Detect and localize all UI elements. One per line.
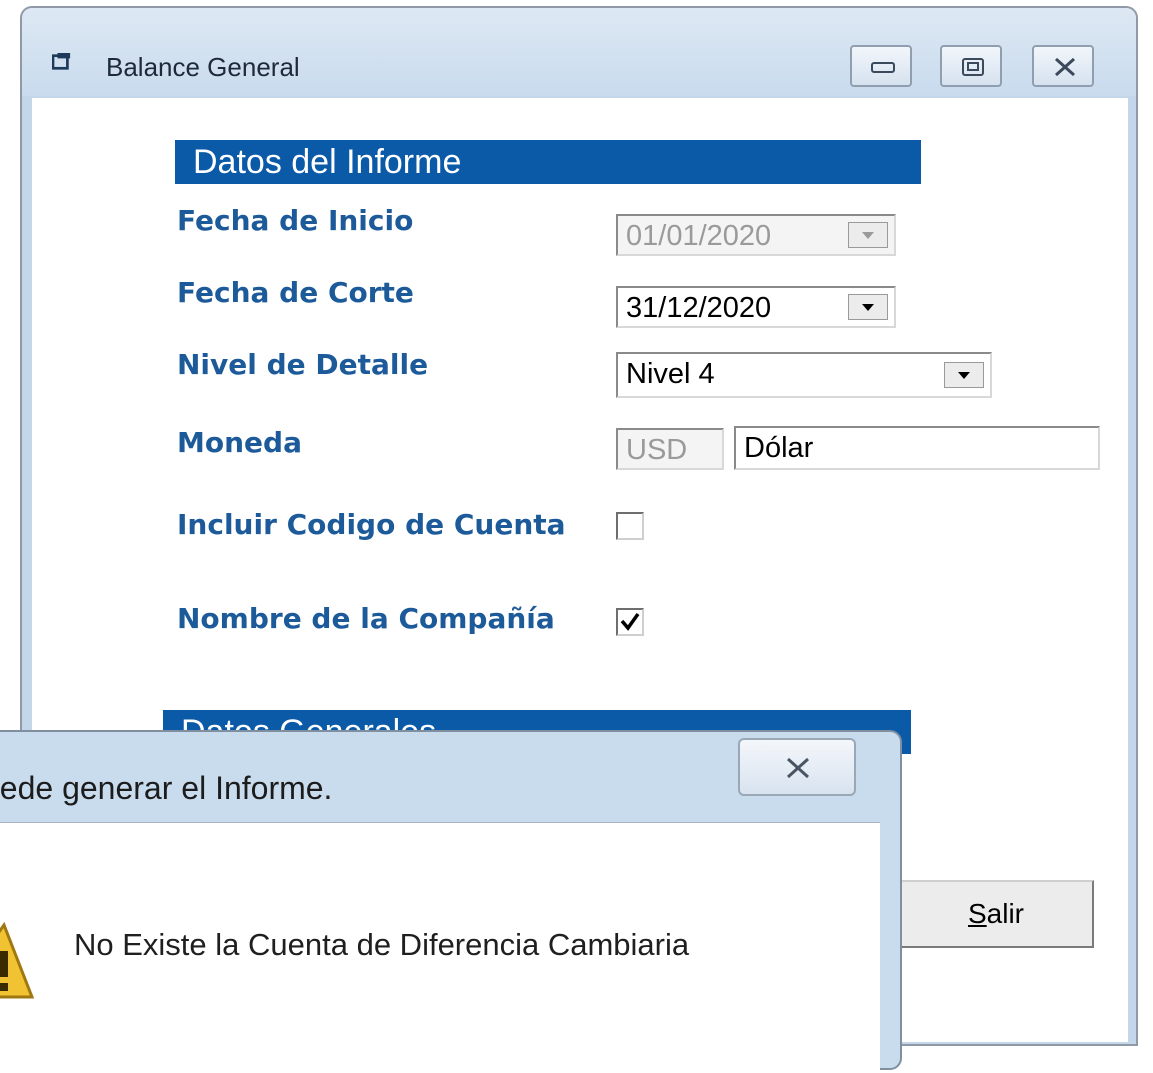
- salir-button[interactable]: Salir: [898, 880, 1094, 948]
- dialog-body: No Existe la Cuenta de Diferencia Cambia…: [0, 822, 880, 1073]
- fecha-corte-value: 31/12/2020: [626, 292, 772, 324]
- close-icon: [786, 757, 810, 779]
- fecha-corte-picker[interactable]: 31/12/2020: [616, 286, 896, 328]
- fecha-inicio-value: 01/01/2020: [626, 220, 772, 252]
- nivel-detalle-select[interactable]: Nivel 4: [616, 352, 992, 398]
- moneda-name-field[interactable]: Dólar: [734, 426, 1100, 470]
- salir-accel: S: [967, 898, 987, 929]
- minimize-button[interactable]: [850, 45, 912, 87]
- minimize-icon: [871, 62, 895, 73]
- maximize-button[interactable]: [940, 45, 1002, 87]
- label-moneda: Moneda: [177, 426, 302, 459]
- moneda-code-field: USD: [616, 428, 724, 470]
- incluir-codigo-checkbox[interactable]: [616, 512, 644, 540]
- chevron-down-icon[interactable]: [848, 294, 888, 320]
- chevron-down-icon[interactable]: [944, 362, 984, 388]
- checkmark-icon: [620, 612, 640, 631]
- section-header-datos-informe: Datos del Informe: [175, 140, 921, 184]
- error-dialog: uede generar el Informe. No Existe la Cu…: [0, 730, 902, 1073]
- restore-icon: [962, 58, 984, 76]
- title-bar[interactable]: Balance General: [22, 8, 1136, 96]
- label-fecha-inicio: Fecha de Inicio: [177, 204, 414, 237]
- window-title: Balance General: [106, 52, 300, 82]
- dialog-title: uede generar el Informe.: [0, 770, 333, 806]
- app-icon: [52, 53, 71, 70]
- label-fecha-corte: Fecha de Corte: [177, 276, 414, 309]
- dialog-close-button[interactable]: [738, 738, 856, 796]
- close-icon: [1055, 57, 1075, 77]
- fecha-inicio-picker: 01/01/2020: [616, 214, 896, 256]
- warning-icon: [0, 921, 35, 999]
- chevron-down-icon: [848, 222, 888, 248]
- dialog-message: No Existe la Cuenta de Diferencia Cambia…: [74, 927, 690, 962]
- salir-label: alir: [986, 898, 1025, 929]
- label-incluir-codigo: Incluir Codigo de Cuenta: [177, 508, 566, 541]
- close-button[interactable]: [1032, 45, 1094, 87]
- nombre-compania-checkbox[interactable]: [616, 608, 644, 636]
- label-nivel-detalle: Nivel de Detalle: [177, 348, 429, 381]
- label-nombre-compania: Nombre de la Compañía: [177, 602, 555, 635]
- nivel-detalle-value: Nivel 4: [626, 358, 715, 390]
